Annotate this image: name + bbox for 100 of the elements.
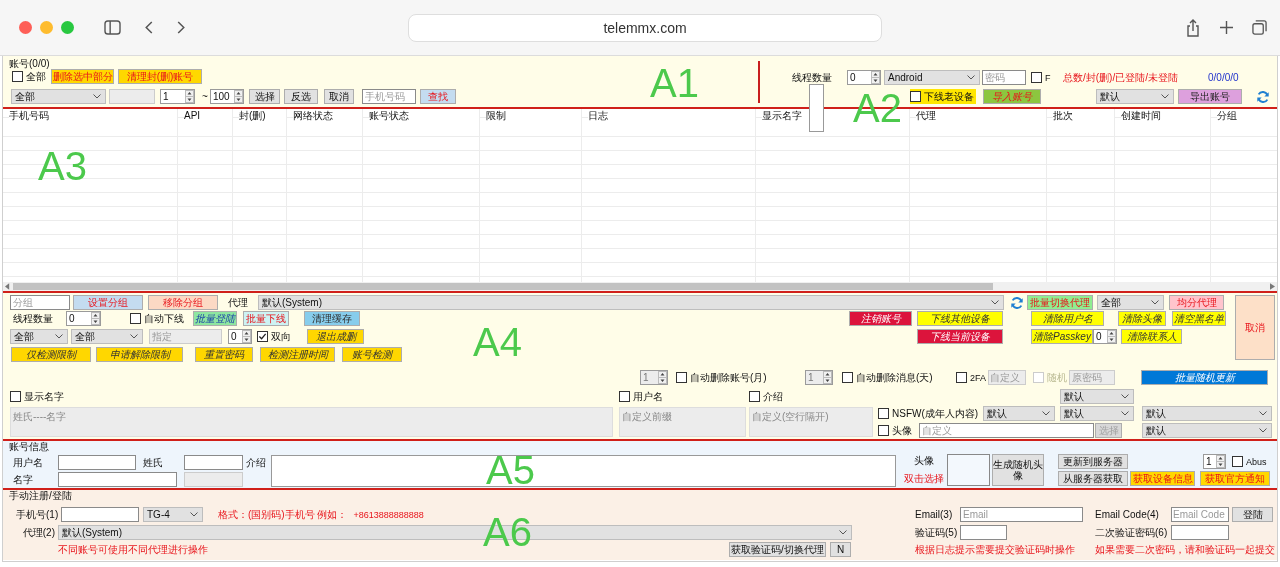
password2-field[interactable]: [1171, 525, 1229, 540]
refresh-icon[interactable]: [1256, 89, 1270, 104]
dropdown[interactable]: 默认: [1060, 406, 1134, 421]
checkbox[interactable]: 2FA: [956, 370, 988, 385]
checkbox[interactable]: NSFW(成年人内容): [878, 406, 982, 421]
cancel-button[interactable]: 取消: [324, 89, 354, 104]
clear-contacts-button[interactable]: 清除联系人: [1121, 329, 1182, 344]
column-header[interactable]: 代理: [916, 109, 1046, 123]
batch-offline-button[interactable]: 批量下线: [243, 311, 289, 326]
checkbox[interactable]: 下线老设备: [910, 89, 976, 104]
dropdown[interactable]: 默认: [1096, 89, 1174, 104]
invert-button[interactable]: 反选: [284, 89, 318, 104]
dropdown[interactable]: 默认(System): [258, 295, 1004, 310]
clear-passkey-button[interactable]: 清除Passkey: [1031, 329, 1093, 344]
phone-field[interactable]: [61, 507, 139, 522]
number-spinner[interactable]: 0: [1093, 329, 1117, 344]
number-spinner[interactable]: 1: [1203, 454, 1226, 469]
column-header[interactable]: 限制: [486, 109, 581, 123]
dropdown[interactable]: 默认: [1142, 423, 1272, 438]
checkbox[interactable]: 显示名字: [10, 389, 613, 404]
dropdown[interactable]: 默认: [1060, 389, 1134, 404]
fetch-server-button[interactable]: 从服务器获取: [1058, 471, 1128, 486]
checkbox[interactable]: Abus: [1232, 454, 1267, 469]
close-button[interactable]: [19, 21, 32, 34]
number-spinner[interactable]: 0: [847, 70, 881, 85]
n-button[interactable]: N: [830, 542, 851, 557]
column-header[interactable]: 批次: [1053, 109, 1114, 123]
get-code-button[interactable]: 获取验证码/切换代理: [729, 542, 826, 557]
forward-icon[interactable]: [177, 21, 185, 34]
checkbox[interactable]: 头像: [878, 423, 916, 438]
batch-random-update-button[interactable]: 批量随机更新: [1141, 370, 1268, 385]
number-spinner[interactable]: 1: [160, 89, 195, 104]
export-button[interactable]: 导出账号: [1178, 89, 1242, 104]
text-field[interactable]: 分组: [10, 295, 70, 310]
reset-password-button[interactable]: 重置密码: [195, 347, 253, 362]
dropdown[interactable]: TG-4: [143, 507, 203, 522]
code-field[interactable]: [960, 525, 1007, 540]
prefix-textarea[interactable]: 自定义前缀: [619, 407, 746, 437]
dropdown[interactable]: 全部: [71, 329, 143, 344]
check-limits-button[interactable]: 仅检测限制: [11, 347, 91, 362]
text-field[interactable]: 原密码: [1069, 370, 1115, 385]
checkbox[interactable]: 自动删除消息(天): [842, 370, 952, 385]
address-bar[interactable]: telemmx.com: [408, 13, 882, 42]
column-header[interactable]: 网络状态: [293, 109, 362, 123]
bio-textarea[interactable]: [271, 455, 896, 487]
column-header[interactable]: 创建时间: [1121, 109, 1210, 123]
dropdown[interactable]: 全部: [11, 89, 106, 104]
new-tab-icon[interactable]: [1220, 21, 1233, 34]
clear-avatar-button[interactable]: 清除头像: [1118, 311, 1166, 326]
select-button[interactable]: 选择: [249, 89, 280, 104]
maximize-button[interactable]: [61, 21, 74, 34]
text-field[interactable]: Email: [960, 507, 1083, 522]
dropdown[interactable]: 默认: [983, 406, 1055, 421]
offline-current-button[interactable]: 下线当前设备: [917, 329, 1003, 344]
refresh-icon[interactable]: [1010, 295, 1024, 310]
dropdown[interactable]: Android: [884, 70, 980, 85]
dropdown[interactable]: 默认: [1142, 406, 1272, 421]
clear-cache-button[interactable]: 清理缓存: [304, 311, 360, 326]
cancel-button[interactable]: 取消: [1235, 295, 1275, 360]
tabs-icon[interactable]: [1252, 20, 1267, 35]
number-spinner[interactable]: 0: [66, 311, 101, 326]
column-header[interactable]: 分组: [1217, 109, 1277, 123]
clear-username-button[interactable]: 清除用户名: [1031, 311, 1104, 326]
text-field[interactable]: 自定义: [919, 423, 1094, 438]
surname-field[interactable]: [184, 455, 243, 470]
scroll-right-icon[interactable]: [1270, 283, 1275, 290]
number-spinner[interactable]: 100: [210, 89, 244, 104]
dropdown[interactable]: 全部: [1097, 295, 1164, 310]
horizontal-scrollbar[interactable]: [3, 282, 1277, 291]
offline-others-button[interactable]: 下线其他设备: [917, 311, 1003, 326]
scroll-left-icon[interactable]: [5, 283, 10, 290]
check-registration-button[interactable]: 检测注册时间: [260, 347, 335, 362]
checkbox[interactable]: 自动下线: [130, 311, 184, 326]
exit-banned-button[interactable]: 退出成删: [307, 329, 364, 344]
column-header[interactable]: 日志: [588, 109, 755, 123]
checkbox[interactable]: 全部: [12, 69, 46, 84]
dropdown[interactable]: 全部: [10, 329, 68, 344]
avatar-preview[interactable]: [947, 454, 990, 486]
appeal-limits-button[interactable]: 申请解除限制: [96, 347, 183, 362]
share-icon[interactable]: [1186, 18, 1200, 37]
checkbox[interactable]: 自动删除账号(月): [676, 370, 796, 385]
names-textarea[interactable]: 姓氏----名字: [10, 407, 613, 437]
back-icon[interactable]: [145, 21, 153, 34]
column-header[interactable]: 账号状态: [369, 109, 479, 123]
remove-group-button[interactable]: 移除分组: [148, 295, 218, 310]
number-spinner[interactable]: 0: [228, 329, 252, 344]
name-field[interactable]: [58, 472, 177, 487]
text-field[interactable]: Email Code: [1171, 507, 1229, 522]
deregister-button[interactable]: 注销账号: [849, 311, 912, 326]
clear-blacklist-button[interactable]: 清空黑名单: [1172, 311, 1226, 326]
checkbox[interactable]: 用户名: [619, 389, 746, 404]
text-field[interactable]: 密码: [982, 70, 1026, 85]
checkbox[interactable]: 双向: [257, 329, 297, 344]
checkbox[interactable]: F: [1031, 70, 1055, 85]
text-field[interactable]: 手机号码: [362, 89, 416, 104]
random-avatar-button[interactable]: 生成随机头像: [992, 454, 1044, 486]
update-server-button[interactable]: 更新到服务器: [1058, 454, 1128, 469]
column-header[interactable]: 手机号码: [9, 109, 177, 123]
check-account-button[interactable]: 账号检测: [342, 347, 402, 362]
batch-login-button[interactable]: 批量登陆: [193, 311, 237, 326]
